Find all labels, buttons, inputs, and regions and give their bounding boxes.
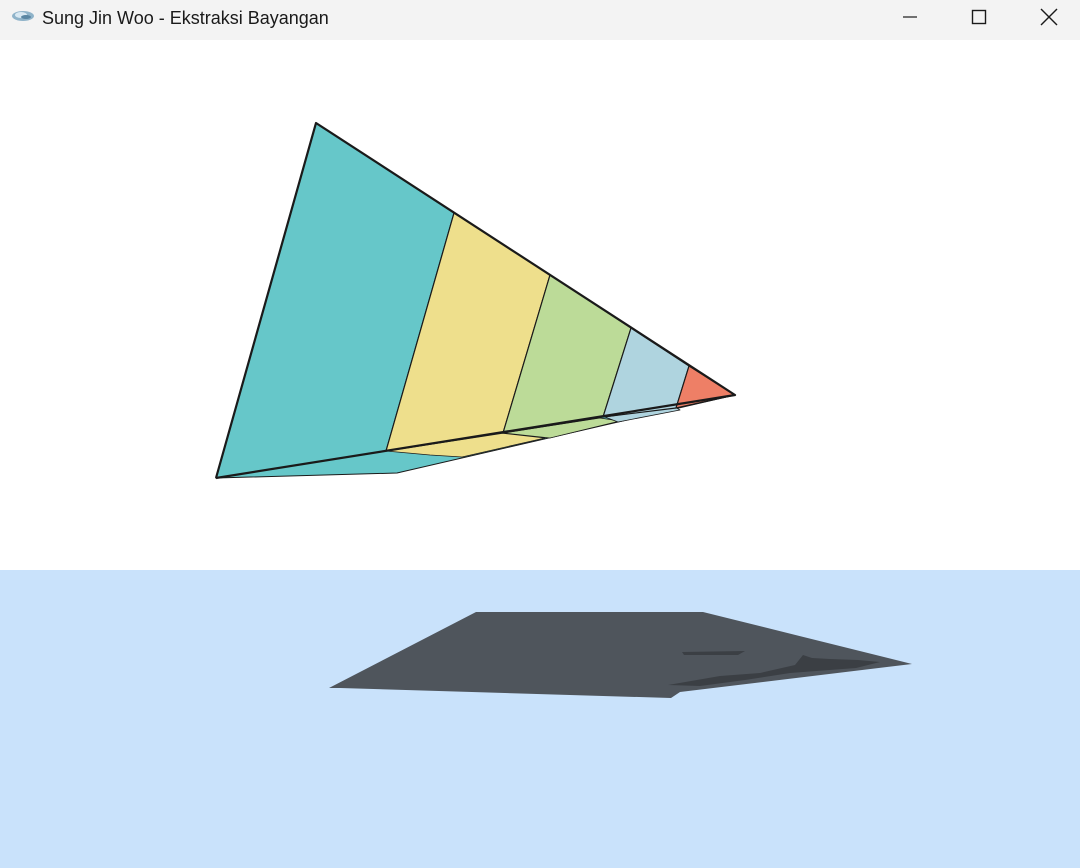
kite-object xyxy=(214,121,737,480)
title-bar[interactable]: Sung Jin Woo - Ekstraksi Bayangan xyxy=(0,0,1080,40)
window-title: Sung Jin Woo - Ekstraksi Bayangan xyxy=(42,8,329,28)
close-icon xyxy=(1040,8,1058,26)
minimize-icon xyxy=(903,16,917,18)
close-button[interactable] xyxy=(1026,0,1072,34)
scene-svg xyxy=(214,121,912,698)
app-icon xyxy=(11,9,35,23)
object-shadow xyxy=(329,612,912,698)
render-canvas[interactable] xyxy=(0,40,1080,868)
minimize-button[interactable] xyxy=(887,0,933,34)
maximize-icon xyxy=(971,9,987,25)
shadow-shape xyxy=(329,612,912,698)
maximize-button[interactable] xyxy=(956,0,1002,34)
app-window: Sung Jin Woo - Ekstraksi Bayangan xyxy=(0,0,1080,868)
